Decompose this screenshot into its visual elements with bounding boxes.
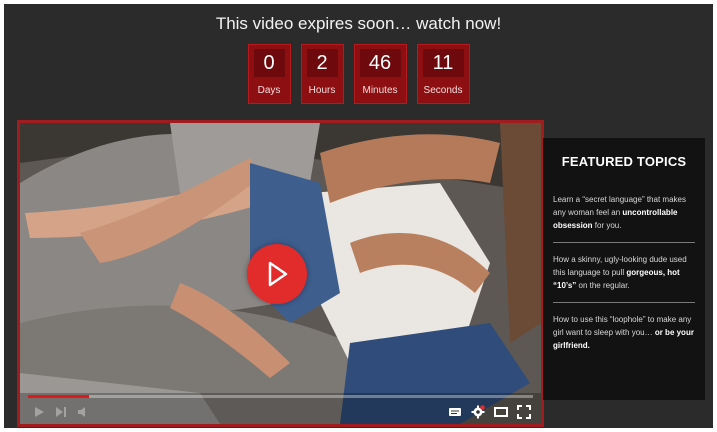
topic-item: Learn a “secret language” that makes any… (551, 183, 697, 242)
volume-icon[interactable] (76, 405, 90, 419)
countdown-days-label: Days (257, 85, 281, 96)
countdown-days-value: 0 (253, 49, 285, 77)
topic-text-end: for you. (592, 221, 622, 230)
countdown-hours-label: Hours (308, 85, 336, 96)
countdown-seconds-value: 11 (422, 49, 464, 77)
player-controls (20, 400, 541, 424)
settings-icon[interactable] (471, 405, 485, 419)
countdown-timer: 0 Days 2 Hours 46 Minutes 11 Seconds (4, 44, 713, 104)
topic-item: How to use this “loophole” to make any g… (551, 303, 697, 362)
topic-text-end: on the regular. (576, 281, 630, 290)
next-icon[interactable] (54, 405, 68, 419)
progress-bar[interactable] (28, 395, 533, 398)
fullscreen-icon[interactable] (517, 405, 531, 419)
play-icon[interactable] (32, 405, 46, 419)
play-button[interactable] (247, 244, 307, 304)
play-icon (268, 261, 288, 287)
featured-topics-panel: FEATURED TOPICS Learn a “secret language… (543, 138, 705, 400)
countdown-minutes: 46 Minutes (353, 44, 407, 104)
countdown-seconds-label: Seconds (423, 85, 463, 96)
countdown-minutes-value: 46 (359, 49, 401, 77)
video-player[interactable] (17, 120, 544, 427)
countdown-hours-value: 2 (306, 49, 338, 77)
expiry-headline: This video expires soon… watch now! (215, 14, 502, 33)
countdown-minutes-label: Minutes (362, 85, 398, 96)
captions-icon[interactable] (448, 405, 462, 419)
progress-bar-fill (28, 395, 89, 398)
countdown-seconds: 11 Seconds (416, 44, 470, 104)
controls-left (32, 405, 90, 419)
countdown-hours: 2 Hours (300, 44, 344, 104)
controls-right (448, 405, 531, 419)
topic-item: How a skinny, ugly-looking dude used thi… (551, 243, 697, 302)
theater-mode-icon[interactable] (494, 405, 508, 419)
countdown-days: 0 Days (247, 44, 291, 104)
featured-topics-title: FEATURED TOPICS (561, 154, 687, 169)
landing-page: This video expires soon… watch now! 0 Da… (4, 4, 713, 428)
